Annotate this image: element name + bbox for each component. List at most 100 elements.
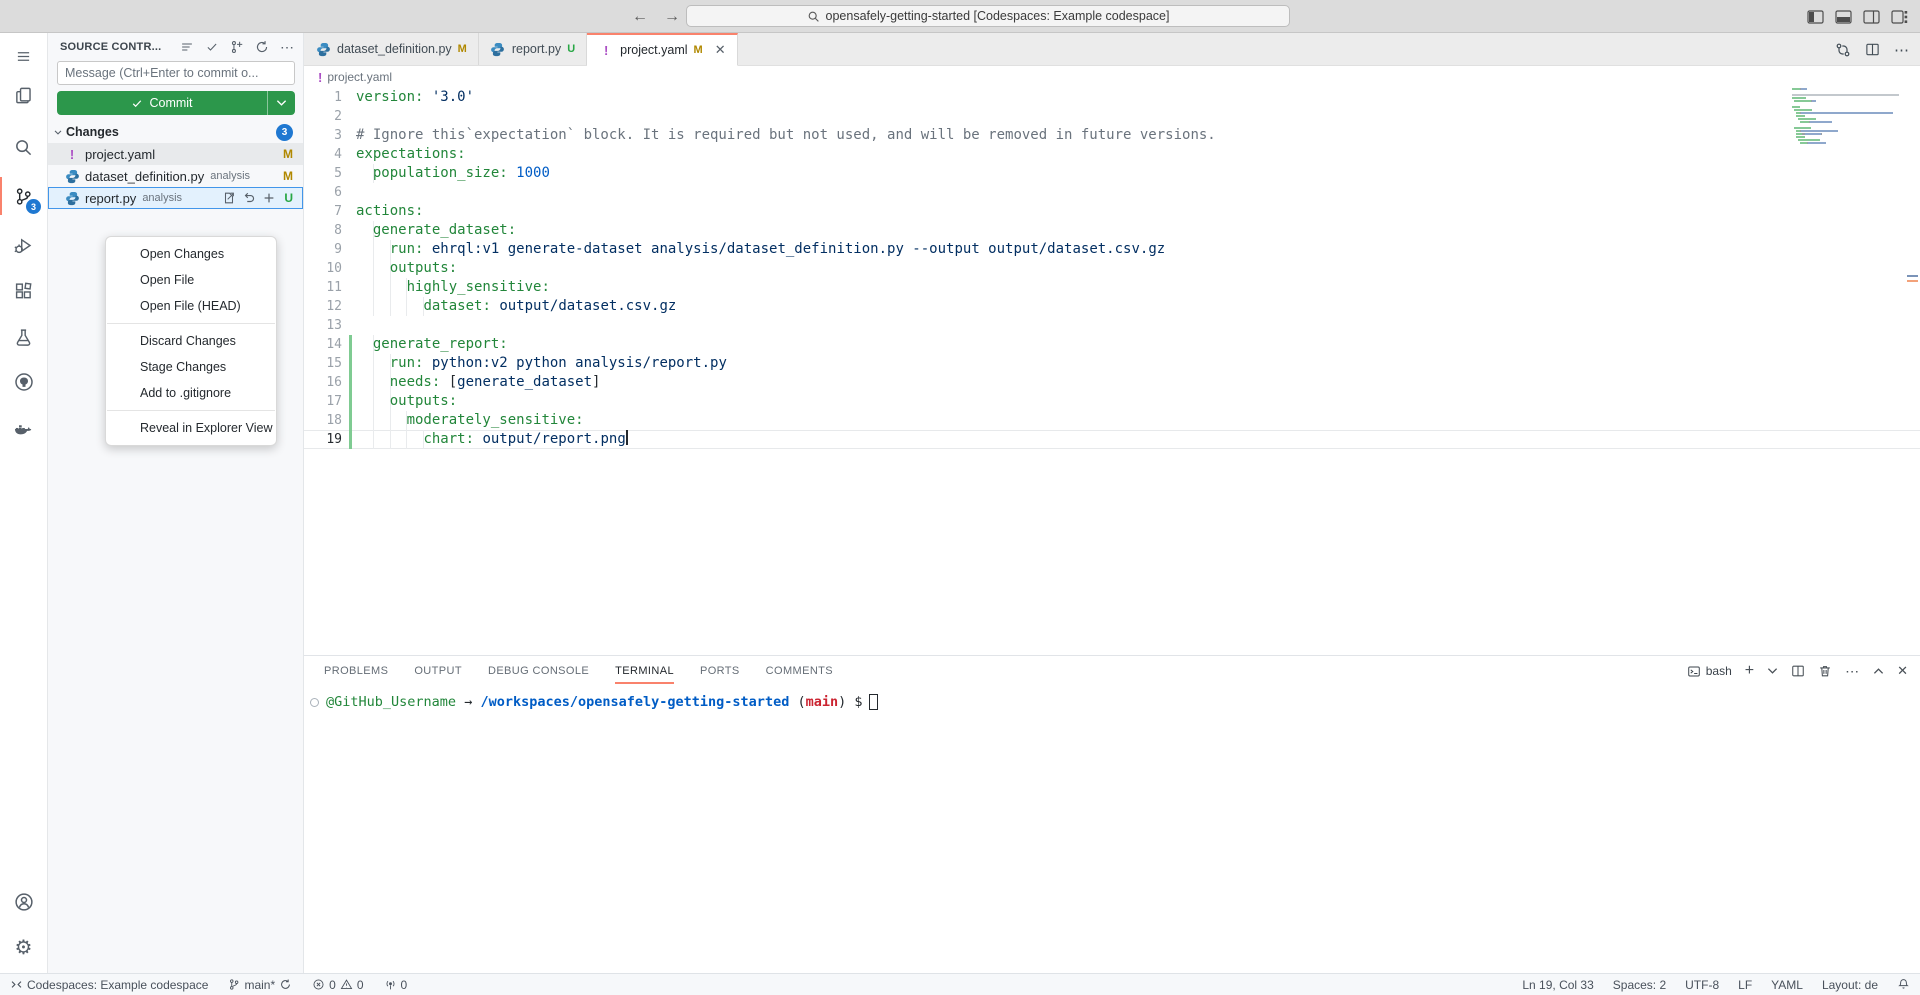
branch-indicator[interactable]: main*: [228, 978, 292, 992]
menu-item-open-file[interactable]: Open File: [106, 267, 276, 293]
launch-profile-chevron-icon[interactable]: [1767, 667, 1778, 675]
code-line[interactable]: 11 highly_sensitive:: [304, 278, 1920, 297]
customize-layout-icon[interactable]: [1891, 10, 1908, 24]
command-center-search[interactable]: opensafely-getting-started [Codespaces: …: [686, 5, 1290, 27]
toggle-panel-icon[interactable]: [1835, 10, 1852, 24]
panel-tab-ports[interactable]: PORTS: [700, 665, 740, 677]
menu-item-reveal-in-explorer-view[interactable]: Reveal in Explorer View: [106, 415, 276, 441]
minimap-line: [1792, 109, 1904, 111]
close-panel-icon[interactable]: ✕: [1897, 663, 1908, 679]
problems-indicator[interactable]: 0 0: [312, 978, 363, 992]
code-line[interactable]: 17 outputs:: [304, 392, 1920, 411]
account-icon[interactable]: [0, 879, 47, 925]
indentation[interactable]: Spaces: 2: [1613, 978, 1666, 992]
scm-file-row-project.yaml[interactable]: !project.yamlM: [48, 143, 303, 165]
menu-separator: [107, 410, 275, 411]
toggle-secondary-sidebar-icon[interactable]: [1863, 10, 1880, 24]
terminal-instance-label[interactable]: bash: [1687, 664, 1732, 678]
code-line[interactable]: 5 population_size: 1000: [304, 164, 1920, 183]
more-actions-icon[interactable]: ⋯: [280, 39, 295, 56]
code-line[interactable]: 8 generate_dataset:: [304, 221, 1920, 240]
split-editor-icon[interactable]: [1865, 42, 1880, 57]
testing-icon[interactable]: [0, 314, 47, 360]
python-file-icon: [490, 42, 506, 57]
code-line[interactable]: 4expectations:: [304, 145, 1920, 164]
changes-section-header[interactable]: Changes 3: [48, 121, 303, 143]
more-actions-icon[interactable]: ⋯: [1845, 663, 1860, 680]
terminal[interactable]: @GitHub_Username → /workspaces/opensafel…: [304, 686, 1920, 710]
panel-tab-debug-console[interactable]: DEBUG CONSOLE: [488, 665, 589, 677]
code-line[interactable]: 19 chart: output/report.png: [304, 430, 1920, 449]
open-changes-icon[interactable]: [1835, 42, 1851, 58]
navigate-back-icon[interactable]: ←: [632, 8, 648, 26]
eol-sequence[interactable]: LF: [1738, 978, 1752, 992]
create-branch-icon[interactable]: [230, 40, 244, 54]
commit-dropdown-button[interactable]: [267, 91, 295, 115]
panel-tab-problems[interactable]: PROBLEMS: [324, 665, 388, 677]
docker-icon[interactable]: [0, 407, 47, 453]
extensions-icon[interactable]: [0, 268, 47, 314]
editor-tab-dataset_definition.py[interactable]: dataset_definition.pyM: [304, 33, 479, 65]
code-line[interactable]: 18 moderately_sensitive:: [304, 411, 1920, 430]
editor-tab-report.py[interactable]: report.pyU: [479, 33, 587, 65]
panel-tab-comments[interactable]: COMMENTS: [766, 665, 833, 677]
code-line[interactable]: 12 dataset: output/dataset.csv.gz: [304, 297, 1920, 316]
menu-item-add-to-gitignore[interactable]: Add to .gitignore: [106, 380, 276, 406]
code-line[interactable]: 9 run: ehrql:v1 generate-dataset analysi…: [304, 240, 1920, 259]
github-icon[interactable]: [0, 359, 47, 405]
code-line[interactable]: 1version: '3.0': [304, 88, 1920, 107]
remote-indicator[interactable]: Codespaces: Example codespace: [10, 978, 208, 992]
layout-indicator[interactable]: Layout: de: [1822, 978, 1878, 992]
panel-tab-terminal[interactable]: TERMINAL: [615, 665, 674, 677]
commit-button[interactable]: Commit: [57, 91, 295, 115]
scm-file-row-report.py[interactable]: report.pyanalysisU: [48, 187, 303, 209]
code-line[interactable]: 6: [304, 183, 1920, 202]
menu-item-discard-changes[interactable]: Discard Changes: [106, 328, 276, 354]
activity-bar: 3 ⚙: [0, 33, 48, 973]
code-line[interactable]: 16 needs: [generate_dataset]: [304, 373, 1920, 392]
ports-indicator[interactable]: 0: [384, 978, 408, 992]
notifications-bell-icon[interactable]: [1897, 978, 1910, 991]
source-control-icon[interactable]: 3: [0, 173, 47, 219]
code-line[interactable]: 14 generate_report:: [304, 335, 1920, 354]
more-actions-icon[interactable]: ⋯: [1894, 41, 1910, 59]
cursor-position[interactable]: Ln 19, Col 33: [1522, 978, 1593, 992]
code-line[interactable]: 15 run: python:v2 python analysis/report…: [304, 354, 1920, 373]
refresh-icon[interactable]: [255, 40, 269, 54]
menu-item-open-file-head-[interactable]: Open File (HEAD): [106, 293, 276, 319]
discard-changes-icon[interactable]: [242, 191, 256, 205]
commit-message-input[interactable]: [57, 61, 295, 85]
explorer-icon[interactable]: [0, 72, 47, 118]
menu-item-open-changes[interactable]: Open Changes: [106, 241, 276, 267]
minimap-line: [1792, 133, 1904, 135]
navigate-forward-icon[interactable]: →: [664, 8, 680, 26]
code-line[interactable]: 2: [304, 107, 1920, 126]
git-status-letter: U: [567, 43, 575, 55]
minimap[interactable]: [1792, 88, 1904, 145]
view-and-sort-icon[interactable]: [180, 41, 194, 53]
close-tab-icon[interactable]: ✕: [715, 42, 726, 58]
kill-terminal-trash-icon[interactable]: [1818, 664, 1832, 678]
editor-tab-project.yaml[interactable]: !project.yamlM✕: [587, 33, 737, 66]
toggle-primary-sidebar-icon[interactable]: [1807, 10, 1824, 24]
settings-gear-icon[interactable]: ⚙: [0, 925, 47, 971]
code-line[interactable]: 7actions:: [304, 202, 1920, 221]
scm-file-row-dataset_definition.py[interactable]: dataset_definition.pyanalysisM: [48, 165, 303, 187]
split-terminal-icon[interactable]: [1791, 664, 1805, 678]
panel-tab-output[interactable]: OUTPUT: [414, 665, 462, 677]
code-line[interactable]: 10 outputs:: [304, 259, 1920, 278]
menu-item-stage-changes[interactable]: Stage Changes: [106, 354, 276, 380]
maximize-panel-chevron-icon[interactable]: [1873, 667, 1884, 675]
stage-changes-icon[interactable]: [262, 191, 276, 205]
commit-check-icon[interactable]: [205, 41, 219, 53]
code-line[interactable]: 13: [304, 316, 1920, 335]
breadcrumb[interactable]: ! project.yaml: [304, 66, 1920, 88]
new-terminal-icon[interactable]: +: [1745, 662, 1754, 680]
language-mode[interactable]: YAML: [1771, 978, 1803, 992]
search-view-icon[interactable]: [0, 124, 47, 170]
run-and-debug-icon[interactable]: [0, 222, 47, 268]
open-file-icon[interactable]: [222, 191, 236, 205]
editor-code-area[interactable]: 1version: '3.0'23# Ignore this`expectati…: [304, 88, 1920, 655]
encoding[interactable]: UTF-8: [1685, 978, 1719, 992]
code-line[interactable]: 3# Ignore this`expectation` block. It is…: [304, 126, 1920, 145]
